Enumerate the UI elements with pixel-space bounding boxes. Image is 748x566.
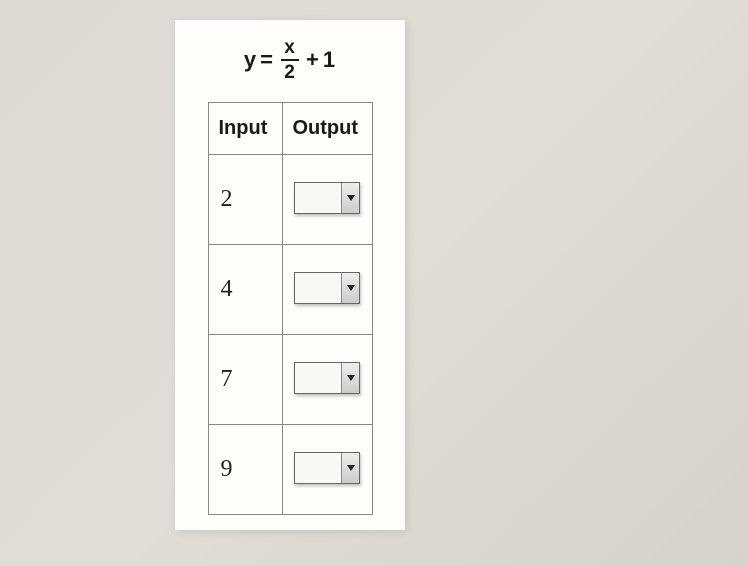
table-row: 2 xyxy=(208,155,372,245)
table-row: 7 xyxy=(208,335,372,425)
dropdown-value xyxy=(295,363,341,393)
output-dropdown-0[interactable] xyxy=(294,182,360,214)
input-cell: 9 xyxy=(208,425,282,515)
input-cell: 4 xyxy=(208,245,282,335)
fraction-denominator: 2 xyxy=(281,59,299,82)
equation-equals: = xyxy=(260,47,274,73)
header-output: Output xyxy=(282,103,372,155)
table-header-row: Input Output xyxy=(208,103,372,155)
equation-lhs: y xyxy=(244,47,257,73)
table-row: 4 xyxy=(208,245,372,335)
equation: y = x 2 + 1 xyxy=(175,38,405,82)
worksheet-container: y = x 2 + 1 Input Output 2 xyxy=(175,20,405,530)
chevron-down-icon xyxy=(341,363,359,393)
input-cell: 7 xyxy=(208,335,282,425)
equation-plus: + xyxy=(306,47,320,73)
dropdown-value xyxy=(295,453,341,483)
chevron-down-icon xyxy=(341,183,359,213)
equation-constant: 1 xyxy=(323,47,336,73)
output-dropdown-3[interactable] xyxy=(294,452,360,484)
table-row: 9 xyxy=(208,425,372,515)
chevron-down-icon xyxy=(341,453,359,483)
header-input: Input xyxy=(208,103,282,155)
equation-fraction: x 2 xyxy=(281,38,299,82)
input-cell: 2 xyxy=(208,155,282,245)
output-cell xyxy=(282,425,372,515)
output-cell xyxy=(282,155,372,245)
io-table: Input Output 2 4 xyxy=(208,102,373,515)
output-dropdown-1[interactable] xyxy=(294,272,360,304)
dropdown-value xyxy=(295,183,341,213)
dropdown-value xyxy=(295,273,341,303)
output-cell xyxy=(282,335,372,425)
output-cell xyxy=(282,245,372,335)
chevron-down-icon xyxy=(341,273,359,303)
fraction-numerator: x xyxy=(284,38,296,59)
output-dropdown-2[interactable] xyxy=(294,362,360,394)
